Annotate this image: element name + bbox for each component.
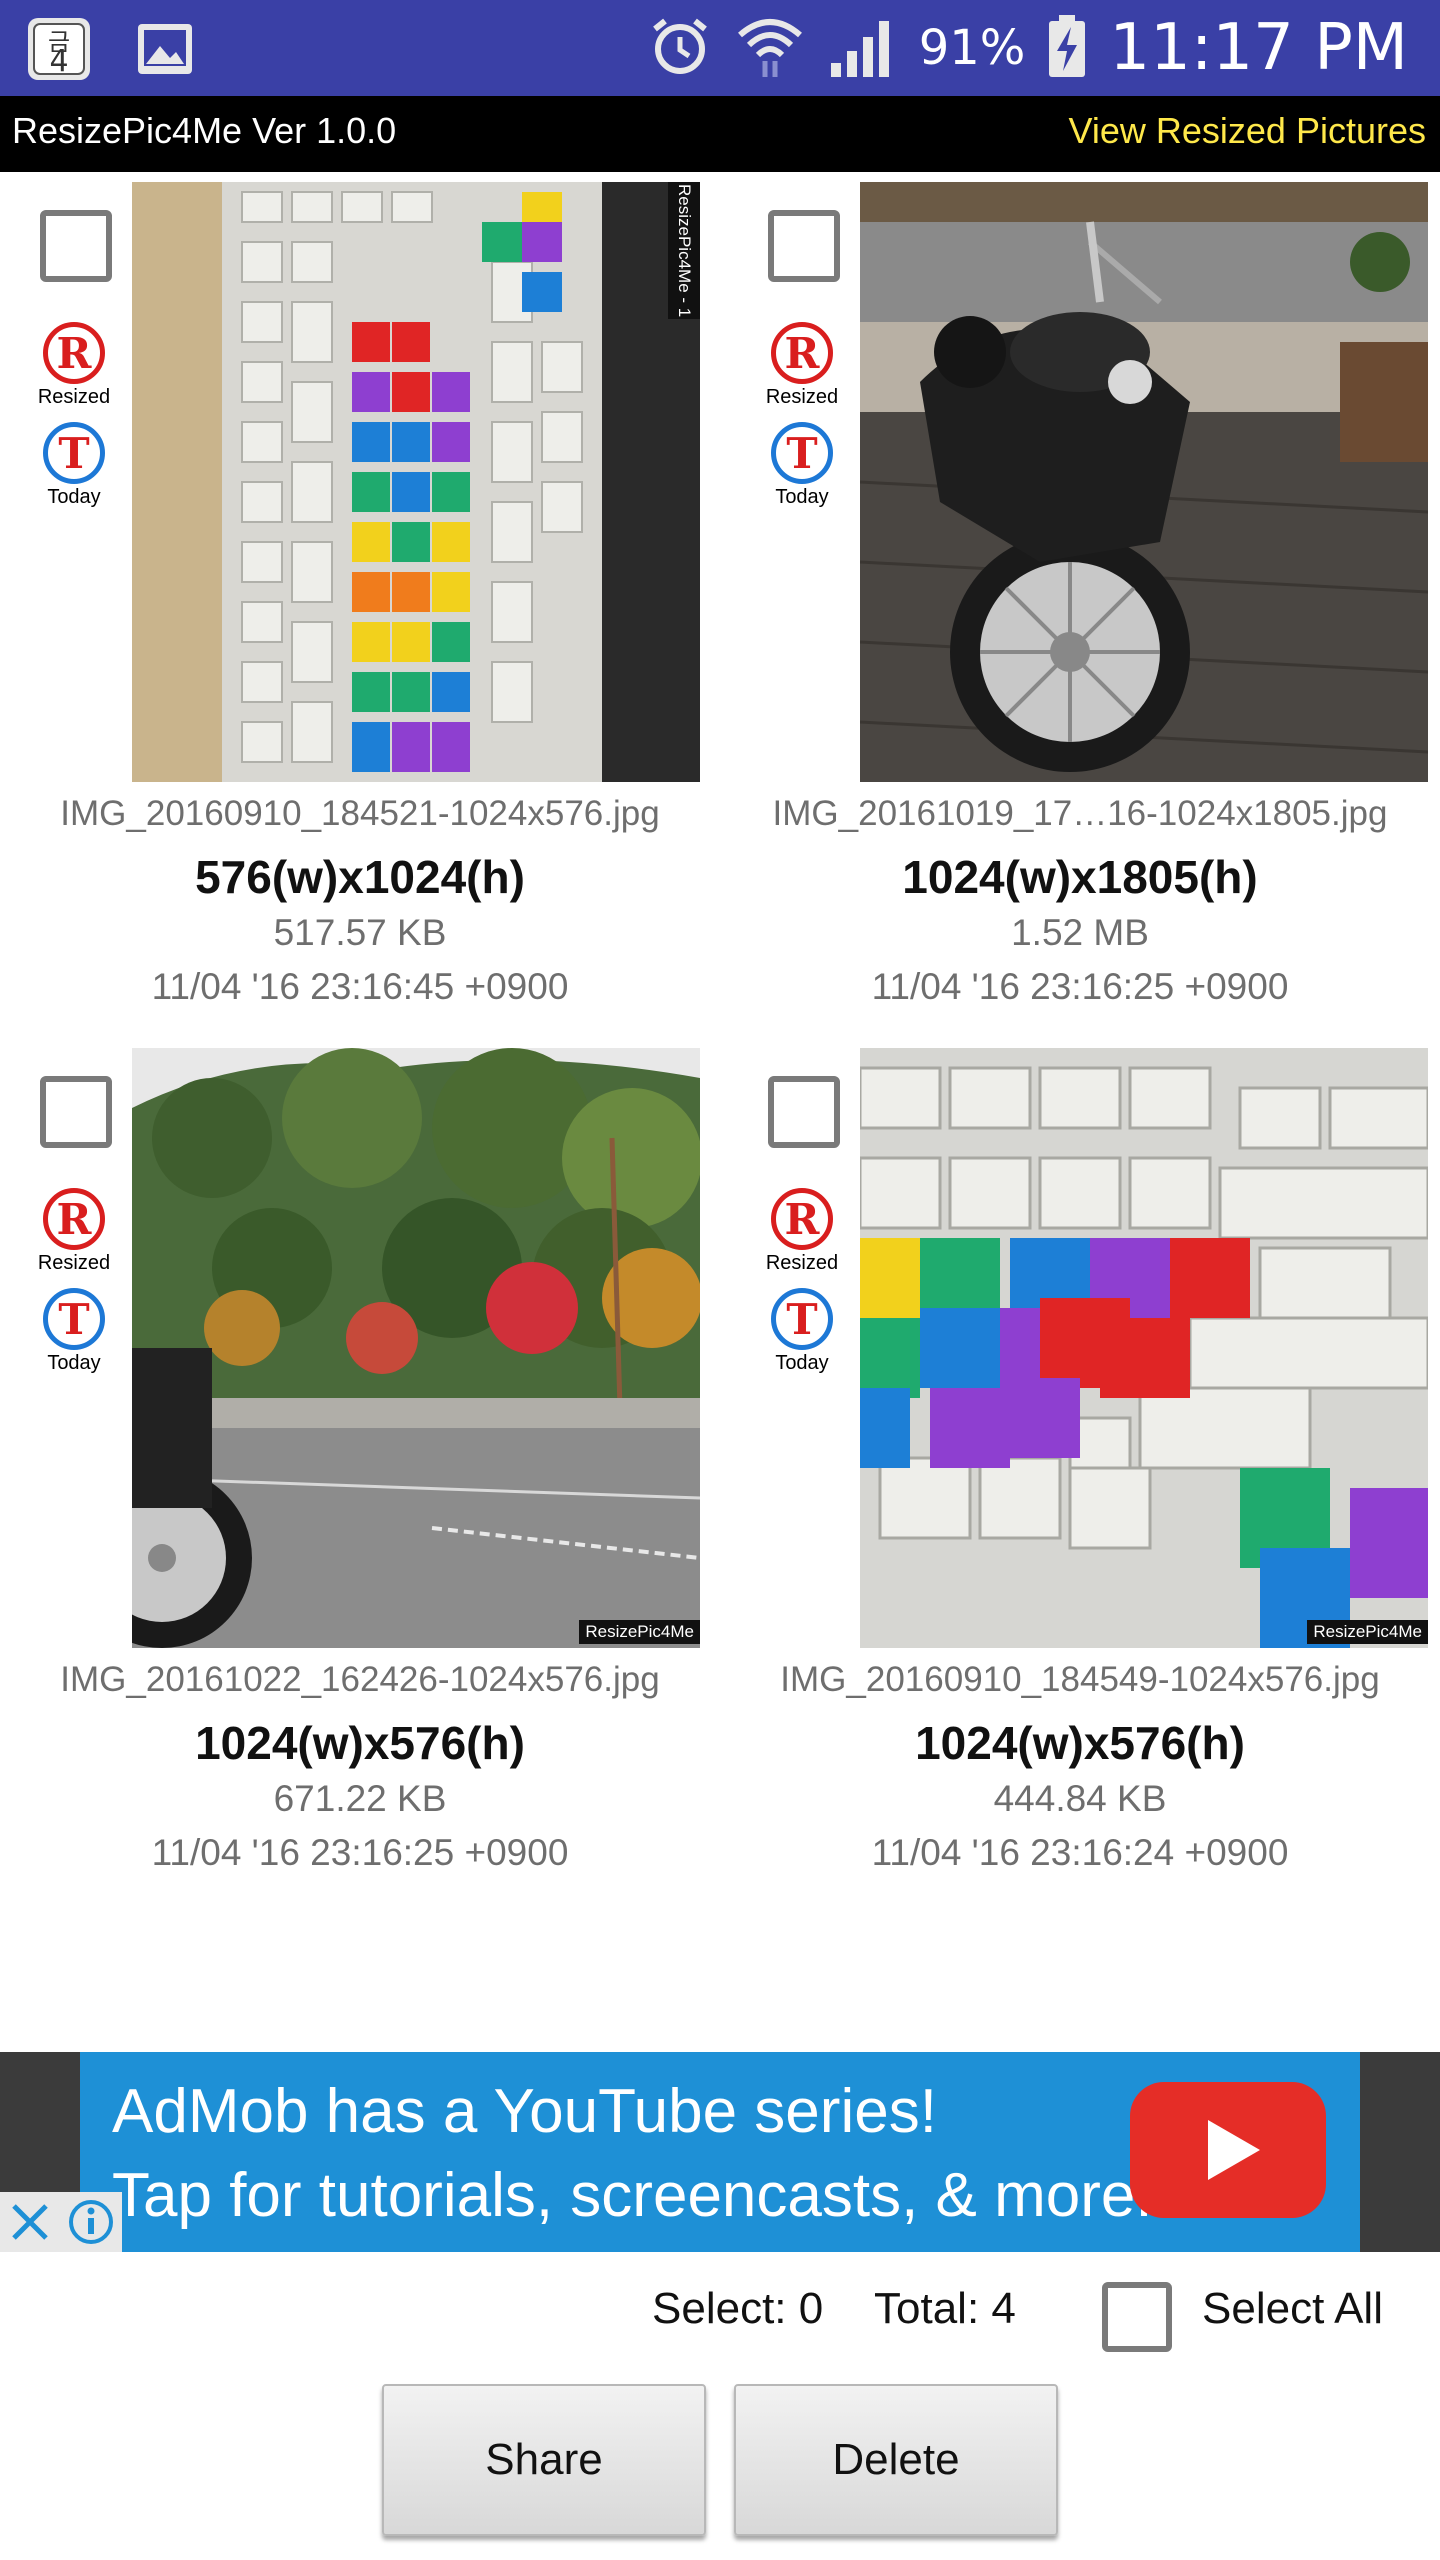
youtube-logo-icon [1130,2082,1326,2218]
file-size: 517.57 KB [273,912,447,953]
file-date: 11/04 '16 23:16:25 +0900 [151,1832,569,1873]
status-bar: 금 4 91% 11:17 PM [0,0,1440,96]
resized-badge: R Resized [34,1188,114,1275]
file-size: 444.84 KB [993,1778,1167,1819]
resized-icon: R [43,1188,105,1250]
resized-label: Resized [765,386,839,408]
battery-charging-icon [1047,13,1087,84]
share-button[interactable]: Share [382,2384,706,2536]
picture-dimensions: 1024(w)x576(h) [195,1717,525,1769]
ad-headline: AdMob has a YouTube series! [112,2077,937,2146]
battery-percent: 91% [918,20,1026,76]
today-label: Today [47,1352,101,1374]
picture-card: R Resized T Today IMG_20161019_17…16-102… [720,182,1440,1042]
resized-icon: R [43,322,105,384]
today-icon: T [771,422,833,484]
delete-button[interactable]: Delete [734,2384,1058,2536]
file-size: 671.22 KB [273,1778,447,1819]
today-label: Today [47,486,101,508]
file-date: 11/04 '16 23:16:45 +0900 [151,966,569,1007]
signal-icon [827,13,897,84]
picture-checkbox[interactable] [768,1076,840,1148]
calendar-day-icon: 금 4 [24,14,94,84]
today-badge: T Today [34,422,114,509]
calendar-day-glyph: 4 [49,44,69,79]
ad-close-icon[interactable] [0,2192,60,2252]
select-all-checkbox[interactable] [1102,2282,1172,2352]
file-date: 11/04 '16 23:16:24 +0900 [871,1832,1289,1873]
picture-card: R Resized T Today ResizePic4Me IMG_20161… [0,1048,720,1908]
picture-checkbox[interactable] [40,1076,112,1148]
wifi-icon [735,13,805,84]
today-badge: T Today [762,422,842,509]
file-date: 11/04 '16 23:16:25 +0900 [871,966,1289,1007]
alarm-icon [647,13,713,84]
picture-thumbnail[interactable] [860,182,1428,782]
total-count: Total: 4 [874,2284,1016,2333]
today-label: Today [775,486,829,508]
today-label: Today [775,1352,829,1374]
resized-label: Resized [37,386,111,408]
picture-card: R Resized T Today [720,1048,1440,1908]
app-title: ResizePic4Me Ver 1.0.0 [12,110,397,151]
select-count: Select: 0 [652,2284,824,2333]
watermark: ResizePic4Me - 1 [668,182,700,320]
file-size: 1.52 MB [1011,912,1149,953]
picture-card: R Resized T Today [0,182,720,1042]
ad-banner[interactable]: AdMob has a YouTube series! Tap for tuto… [0,2052,1440,2252]
today-icon: T [771,1288,833,1350]
file-name: IMG_20161022_162426-1024x576.jpg [60,1660,660,1699]
clock: 11:17 PM [1109,11,1408,85]
ad-info-icon[interactable] [60,2192,122,2252]
resized-badge: R Resized [762,322,842,409]
resized-badge: R Resized [762,1188,842,1275]
picture-checkbox[interactable] [40,210,112,282]
today-badge: T Today [34,1288,114,1375]
select-all-label[interactable]: Select All [1202,2284,1383,2334]
ad-content[interactable]: AdMob has a YouTube series! Tap for tuto… [80,2052,1360,2252]
resized-icon: R [771,1188,833,1250]
file-name: IMG_20160910_184549-1024x576.jpg [780,1660,1380,1699]
today-badge: T Today [762,1288,842,1375]
resized-badge: R Resized [34,322,114,409]
image-icon [130,14,200,84]
picture-dimensions: 576(w)x1024(h) [195,851,525,903]
picture-checkbox[interactable] [768,210,840,282]
watermark: ResizePic4Me [1307,1620,1428,1644]
view-resized-pictures-link[interactable]: View Resized Pictures [1069,110,1427,152]
picture-thumbnail[interactable]: ResizePic4Me [860,1048,1428,1648]
file-name: IMG_20160910_184521-1024x576.jpg [60,794,660,833]
app-bar: ResizePic4Me Ver 1.0.0 View Resized Pict… [0,96,1440,172]
resized-label: Resized [765,1252,839,1274]
picture-thumbnail[interactable]: ResizePic4Me [132,1048,700,1648]
today-icon: T [43,1288,105,1350]
file-name: IMG_20161019_17…16-1024x1805.jpg [772,794,1388,833]
resized-icon: R [771,322,833,384]
watermark: ResizePic4Me [579,1620,700,1644]
picture-dimensions: 1024(w)x576(h) [915,1717,1245,1769]
ad-subline: Tap for tutorials, screencasts, & more. [112,2161,1153,2230]
picture-dimensions: 1024(w)x1805(h) [902,851,1258,903]
picture-thumbnail[interactable]: ResizePic4Me - 1 [132,182,700,782]
resized-label: Resized [37,1252,111,1274]
today-icon: T [43,422,105,484]
status-icons: 91% 11:17 PM [647,0,1408,96]
